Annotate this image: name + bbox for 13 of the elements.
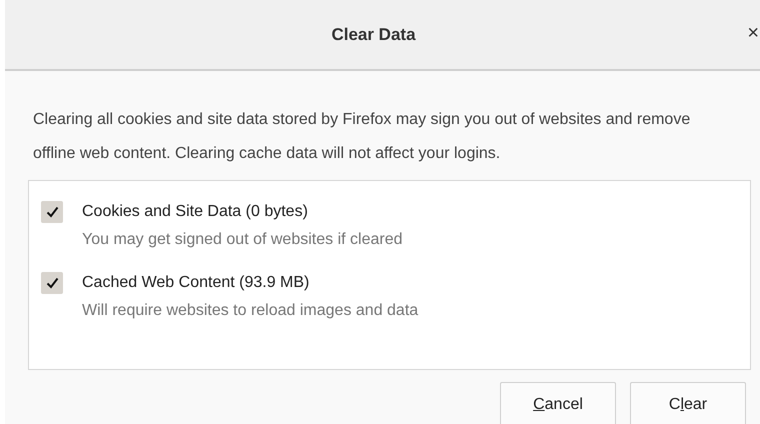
checkbox[interactable]	[41, 201, 63, 223]
checkbox[interactable]	[41, 272, 63, 294]
dialog-title: Clear Data	[331, 24, 416, 44]
close-button[interactable]: ×	[747, 22, 759, 45]
checkmark-icon	[46, 206, 58, 218]
description-text: Clearing all cookies and site data stored by Firefox may sign you out of websites and remove offline web content. Clearing cache data will not affect your logins.	[33, 110, 692, 164]
option-label: Cookies and Site Data (0 bytes)	[82, 203, 309, 221]
option-note: You may get signed out of websites if cleared	[82, 231, 404, 249]
clear-button[interactable]: Clear	[630, 382, 746, 424]
option-label: Cached Web Content (93.9 MB)	[82, 274, 310, 292]
checkmark-icon	[46, 277, 58, 289]
option-note: Will require websites to reload images and data	[82, 302, 420, 320]
cancel-button[interactable]: Cancel	[500, 382, 616, 424]
